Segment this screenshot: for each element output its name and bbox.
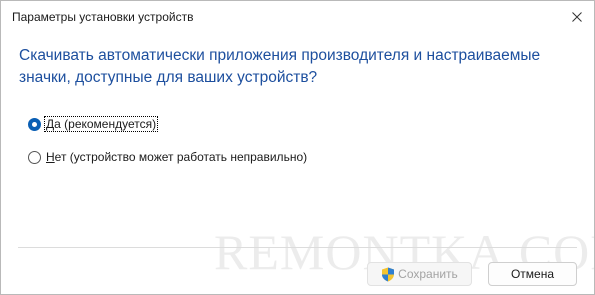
title-bar: Параметры установки устройств (1, 1, 594, 34)
radio-no[interactable] (28, 150, 41, 164)
option-yes[interactable]: Да (рекомендуется) (28, 115, 159, 133)
option-no-text: ет (устройство может работать неправильн… (54, 150, 308, 164)
option-no-label: Нет (устройство может работать неправиль… (45, 150, 308, 164)
question-line-1: Скачивать автоматически приложения произ… (19, 47, 541, 64)
question-heading: Скачивать автоматически приложения произ… (19, 45, 574, 89)
radio-yes[interactable] (28, 117, 41, 131)
footer-divider (18, 247, 577, 248)
option-no-mnemonic: Н (46, 150, 55, 164)
option-yes-mnemonic: Д (46, 117, 55, 131)
dialog-window: Параметры установки устройств Скачивать … (0, 0, 595, 295)
close-icon (572, 12, 582, 22)
window-title: Параметры установки устройств (12, 10, 194, 24)
cancel-button-label: Отмена (510, 267, 555, 281)
option-yes-label: Да (рекомендуется) (43, 116, 159, 132)
close-button[interactable] (560, 1, 594, 34)
option-yes-text: а (рекомендуется) (54, 117, 157, 131)
question-line-2: значки, доступные для ваших устройств? (19, 69, 318, 86)
shield-icon (382, 267, 395, 281)
save-button[interactable]: Сохранить (367, 262, 472, 286)
option-no[interactable]: Нет (устройство может работать неправиль… (28, 148, 308, 166)
cancel-button[interactable]: Отмена (488, 262, 577, 286)
save-button-label: Сохранить (398, 267, 458, 281)
